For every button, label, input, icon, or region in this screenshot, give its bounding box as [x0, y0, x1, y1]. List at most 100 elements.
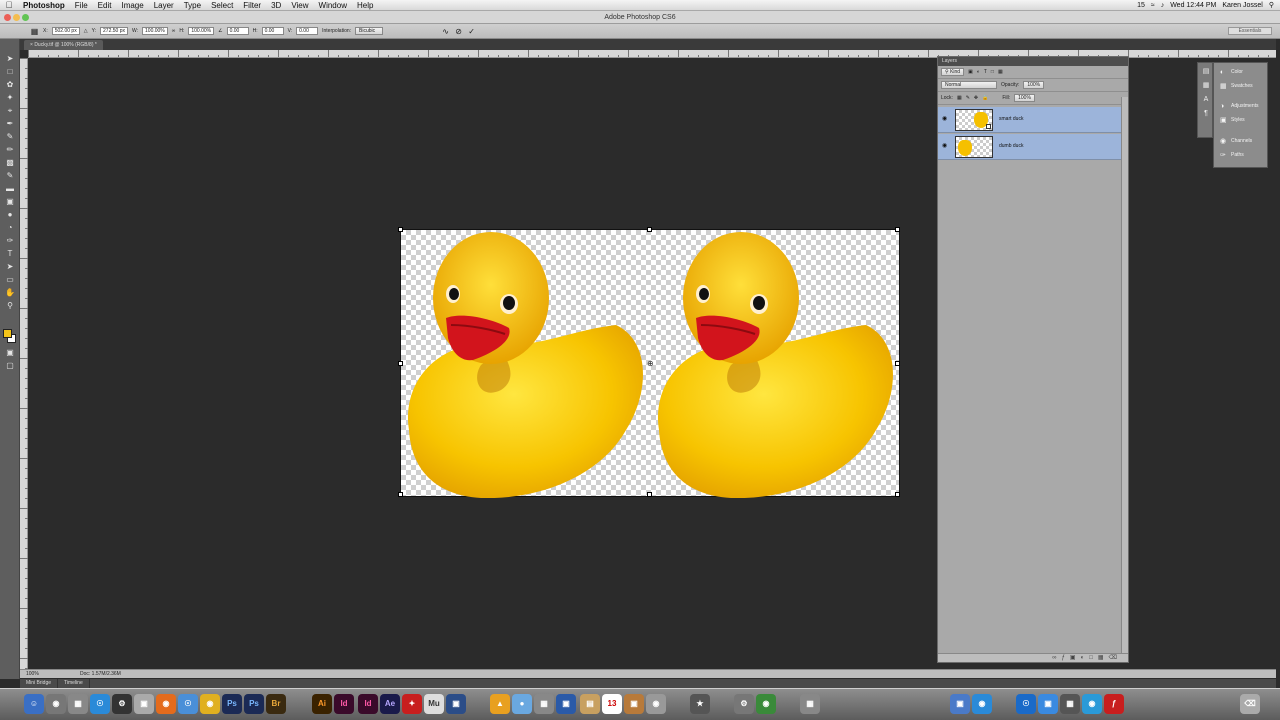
tab-mini-bridge[interactable]: Mini Bridge	[20, 679, 59, 688]
network-icon[interactable]: ☉	[178, 694, 198, 714]
stamp-tool-icon[interactable]: ▩	[4, 157, 16, 168]
layer-name[interactable]: smart duck	[999, 116, 1023, 122]
transform-handle-bc[interactable]	[647, 492, 652, 497]
filter-type-icon[interactable]: T	[984, 69, 987, 75]
foreground-color-swatch[interactable]	[3, 329, 12, 338]
app-icon-4[interactable]: ▣	[624, 694, 644, 714]
indesign-icon[interactable]: Id	[334, 694, 354, 714]
vlc-icon[interactable]: ▲	[490, 694, 510, 714]
paragraph-icon[interactable]: ¶	[1201, 109, 1211, 119]
crop-tool-icon[interactable]: ⌖	[4, 105, 16, 116]
opacity-field[interactable]: 100%	[1023, 81, 1045, 89]
app-icon-10[interactable]: ▣	[950, 694, 970, 714]
workspace-switcher[interactable]: Essentials	[1228, 27, 1272, 35]
new-group-icon[interactable]: □	[1089, 655, 1098, 661]
menu-photoshop[interactable]: Photoshop	[18, 0, 70, 11]
menu-filter[interactable]: Filter	[238, 0, 266, 11]
move-tool-icon[interactable]: ➤	[4, 53, 16, 64]
calendar-icon[interactable]: 13	[602, 694, 622, 714]
brush-tool-icon[interactable]: ✏	[4, 144, 16, 155]
screen-mode-icon[interactable]: ▢	[4, 360, 16, 371]
finder-icon[interactable]: ☺	[24, 694, 44, 714]
shape-tool-icon[interactable]: ▭	[4, 274, 16, 285]
illustrator-icon[interactable]: Ai	[312, 694, 332, 714]
filter-shape-icon[interactable]: □	[991, 69, 994, 75]
warp-icon[interactable]: ∿	[441, 27, 450, 36]
ruler-left[interactable]	[20, 58, 28, 670]
safari-icon[interactable]: ☉	[90, 694, 110, 714]
menu-select[interactable]: Select	[206, 0, 238, 11]
indesign-cs6-icon[interactable]: Id	[358, 694, 378, 714]
menu-edit[interactable]: Edit	[93, 0, 117, 11]
document-canvas[interactable]: ⊕	[398, 227, 900, 498]
path-select-tool-icon[interactable]: ➤	[4, 261, 16, 272]
app-icon-8[interactable]: ◉	[756, 694, 776, 714]
transform-center-icon[interactable]: ⊕	[647, 360, 654, 368]
panel-channels[interactable]: ◉ Channels	[1217, 136, 1266, 147]
panel-swatches[interactable]: ▦ Swatches	[1217, 81, 1266, 92]
eye-icon[interactable]: ◉	[942, 116, 950, 122]
app-icon-7[interactable]: ⚙	[734, 694, 754, 714]
add-mask-icon[interactable]: ▣	[1070, 655, 1081, 661]
h-skew-field[interactable]: 0.00	[261, 27, 284, 35]
spotlight-icon[interactable]: ⚲	[1269, 0, 1274, 11]
photoshop-cs6-icon[interactable]: Ps	[244, 694, 264, 714]
dodge-tool-icon[interactable]: ◔	[4, 222, 16, 233]
blur-tool-icon[interactable]: ●	[4, 209, 16, 220]
lock-transparent-icon[interactable]: ▦	[957, 95, 962, 101]
zoom-level[interactable]: 100%	[26, 670, 39, 678]
transform-handle-br[interactable]	[895, 492, 900, 497]
chrome-icon[interactable]: ◉	[200, 694, 220, 714]
after-effects-icon[interactable]: Ae	[380, 694, 400, 714]
lock-all-icon[interactable]: 🔒	[982, 95, 988, 101]
apple-icon[interactable]: 	[0, 0, 18, 10]
system-prefs-icon[interactable]: ⚙	[112, 694, 132, 714]
lock-image-icon[interactable]: ✎	[966, 95, 970, 101]
menu-type[interactable]: Type	[179, 0, 206, 11]
lock-position-icon[interactable]: ✥	[974, 95, 978, 101]
app-icon-12[interactable]: ☉	[1016, 694, 1036, 714]
transform-handle-tr[interactable]	[895, 227, 900, 232]
layer-row-smart-duck[interactable]: ◉ smart duck	[938, 107, 1124, 133]
volume-icon[interactable]: ♪	[1161, 0, 1165, 11]
layers-scrollbar[interactable]	[1121, 97, 1128, 653]
app-icon-2[interactable]: ▦	[534, 694, 554, 714]
cancel-transform-icon[interactable]: ⊘	[454, 27, 463, 36]
filter-pixel-icon[interactable]: ▣	[968, 69, 973, 75]
eye-icon[interactable]: ◉	[942, 143, 950, 149]
panel-adjustments[interactable]: ◑ Adjustments	[1217, 101, 1266, 112]
quick-mask-icon[interactable]: ▣	[4, 347, 16, 358]
layers-panel-title[interactable]: Layers	[938, 57, 1128, 66]
firefox-icon[interactable]: ◉	[156, 694, 176, 714]
adjustment-layer-icon[interactable]: ◐	[1081, 655, 1090, 661]
history-icon[interactable]: ▤	[1201, 67, 1211, 77]
panel-styles[interactable]: ▣ Styles	[1217, 115, 1266, 126]
minimize-window-icon[interactable]	[13, 14, 20, 21]
wifi-icon[interactable]: ≈	[1151, 0, 1155, 11]
app-icon-3[interactable]: ▣	[556, 694, 576, 714]
menu-help[interactable]: Help	[352, 0, 378, 11]
pen-tool-icon[interactable]: ✑	[4, 235, 16, 246]
link-layers-icon[interactable]: ∞	[1052, 655, 1061, 661]
transform-handle-mr[interactable]	[895, 361, 900, 366]
layer-name[interactable]: dumb duck	[999, 143, 1023, 149]
marquee-tool-icon[interactable]: □	[4, 66, 16, 77]
eraser-tool-icon[interactable]: ▬	[4, 183, 16, 194]
muse-icon[interactable]: Mu	[424, 694, 444, 714]
app-icon-13[interactable]: ▣	[1038, 694, 1058, 714]
healing-tool-icon[interactable]: ✎	[4, 131, 16, 142]
menu-view[interactable]: View	[286, 0, 313, 11]
layer-thumbnail[interactable]	[955, 136, 993, 158]
lasso-tool-icon[interactable]: ✿	[4, 79, 16, 90]
eyedropper-tool-icon[interactable]: ✒	[4, 118, 16, 129]
menu-3d[interactable]: 3D	[266, 0, 286, 11]
angle-field[interactable]: 0.00	[226, 27, 249, 35]
app-icon-9[interactable]: ▦	[800, 694, 820, 714]
interpolation-select[interactable]: Bicubic	[355, 27, 384, 35]
character-icon[interactable]: A	[1201, 95, 1211, 105]
zoom-tool-icon[interactable]: ⚲	[4, 300, 16, 311]
width-field[interactable]: 100.00%	[142, 27, 168, 35]
panel-paths[interactable]: ✑ Paths	[1217, 150, 1266, 161]
app-icon-14[interactable]: ▦	[1060, 694, 1080, 714]
layer-thumbnail[interactable]	[955, 109, 993, 131]
